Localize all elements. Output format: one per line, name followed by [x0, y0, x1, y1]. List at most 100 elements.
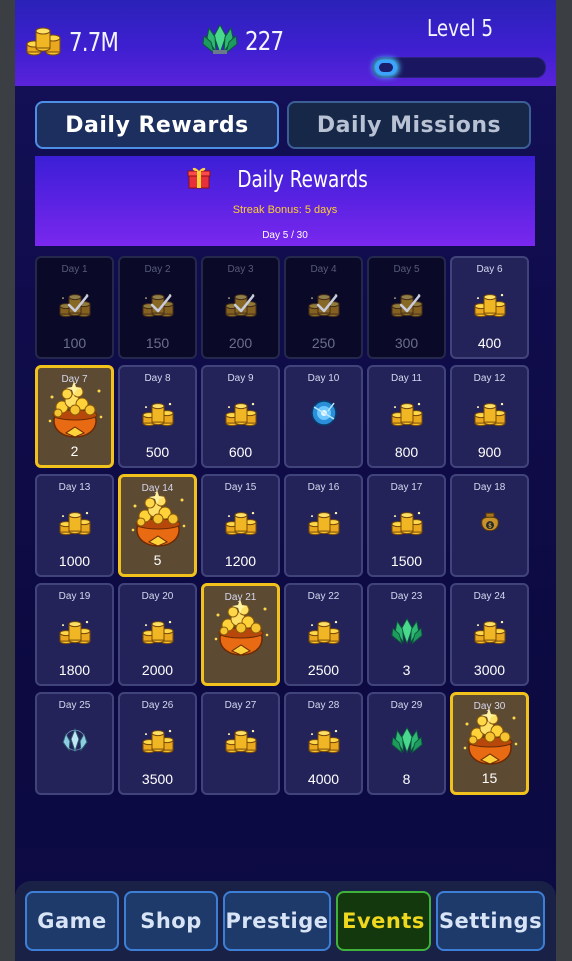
reward-cell-day-12[interactable]: Day 12 900	[450, 365, 529, 468]
reward-cell-day-21[interactable]: Day 21	[201, 583, 280, 686]
reward-cell-day-14[interactable]: Day 14 5	[118, 474, 197, 577]
reward-cell-day-15[interactable]: Day 15 1200	[201, 474, 280, 577]
reward-cell-day-20[interactable]: Day 20 2000	[118, 583, 197, 686]
reward-day-label: Day 11	[391, 373, 422, 384]
reward-cell-day-7[interactable]: Day 72	[35, 365, 114, 468]
reward-amount: 3500	[141, 771, 174, 787]
reward-cell-day-13[interactable]: Day 13 1000	[35, 474, 114, 577]
reward-day-label: Day 1	[61, 264, 88, 275]
treasure-bag-icon	[210, 594, 272, 671]
nav-game[interactable]: Game	[25, 891, 119, 951]
reward-amount: 1200	[224, 553, 257, 569]
reward-cell-day-25[interactable]: Day 25	[35, 692, 114, 795]
reward-cell-day-10[interactable]: Day 10	[284, 365, 363, 468]
reward-cell-day-17[interactable]: Day 17 1500	[367, 474, 446, 577]
reward-cell-day-26[interactable]: Day 26 3500	[118, 692, 197, 795]
coin-pile-icon	[390, 507, 424, 542]
reward-cell-day-19[interactable]: Day 19 1800	[35, 583, 114, 686]
reward-cell-day-5[interactable]: Day 5 300	[367, 256, 446, 359]
reward-day-label: Day 29	[390, 700, 423, 711]
reward-cell-day-8[interactable]: Day 8 500	[118, 365, 197, 468]
reward-day-label: Day 6	[476, 264, 503, 275]
reward-day-label: Day 27	[224, 700, 257, 711]
reward-day-label: Day 16	[307, 482, 340, 493]
coin-pile-icon	[473, 616, 507, 651]
reward-amount: 150	[145, 335, 170, 351]
coin-pile-icon	[390, 398, 424, 433]
reward-amount: 2000	[141, 662, 174, 678]
level-progress-bar	[372, 57, 546, 78]
tab-daily-missions[interactable]: Daily Missions	[287, 101, 531, 149]
reward-day-label: Day 18	[473, 482, 506, 493]
reward-cell-day-22[interactable]: Day 22 2500	[284, 583, 363, 686]
reward-amount: 400	[477, 335, 502, 351]
reward-cell-day-28[interactable]: Day 28 4000	[284, 692, 363, 795]
level-label: Level 5	[426, 16, 494, 42]
reward-day-label: Day 5	[393, 264, 420, 275]
reward-cell-day-27[interactable]: Day 27	[201, 692, 280, 795]
coin-pile-icon	[141, 398, 175, 433]
reward-amount: 800	[394, 444, 419, 460]
reward-grid: Day 1 100 Day 2 150 Day 3 200 Day 4 250 Day 5 300…	[35, 256, 535, 796]
treasure-bag-icon	[127, 485, 189, 562]
top-bar: 7.7M 227 Level 5	[15, 0, 556, 86]
reward-amount: 250	[311, 335, 336, 351]
checkmark-icon	[399, 294, 421, 319]
coin-pile-icon	[58, 616, 92, 651]
treasure-bag-icon	[44, 376, 106, 453]
tab-daily-rewards[interactable]: Daily Rewards	[35, 101, 279, 149]
reward-day-label: Day 25	[58, 700, 91, 711]
reward-day-label: Day 9	[227, 373, 254, 384]
reward-amount: 500	[145, 444, 170, 460]
coin-pile-icon	[224, 507, 258, 542]
reward-cell-day-6[interactable]: Day 6 400	[450, 256, 529, 359]
level-progress-fill	[375, 60, 397, 75]
coin-pile-icon	[307, 507, 341, 542]
coin-count: 7.7M	[69, 27, 119, 58]
reward-cell-day-18[interactable]: Day 18 $	[450, 474, 529, 577]
streak-bonus-text: Streak Bonus: 5 days	[232, 204, 338, 216]
reward-day-label: Day 13	[58, 482, 91, 493]
reward-cell-day-9[interactable]: Day 9 600	[201, 365, 280, 468]
gift-icon	[186, 164, 212, 196]
reward-amount: 1500	[390, 553, 423, 569]
coin-sack-icon: $	[477, 508, 503, 541]
bottom-nav: Game Shop Prestige Events Settings	[15, 881, 556, 961]
reward-amount: 5	[153, 552, 162, 568]
green-gem-icon	[201, 22, 239, 61]
reward-cell-day-3[interactable]: Day 3 200	[201, 256, 280, 359]
reward-cell-day-24[interactable]: Day 24 3000	[450, 583, 529, 686]
nav-events[interactable]: Events	[336, 891, 431, 951]
reward-amount: 100	[62, 335, 87, 351]
game-app: 7.7M 227 Level 5 Daily Rewards Daily Mis…	[15, 0, 556, 961]
nav-prestige[interactable]: Prestige	[223, 891, 331, 951]
daily-rewards-banner: Daily Rewards Streak Bonus: 5 days Day 5…	[35, 156, 535, 246]
treasure-bag-icon	[459, 703, 521, 780]
reward-day-label: Day 28	[307, 700, 340, 711]
reward-cell-day-16[interactable]: Day 16	[284, 474, 363, 577]
reward-cell-day-30[interactable]: Day 30 15	[450, 692, 529, 795]
reward-cell-day-29[interactable]: Day 29 8	[367, 692, 446, 795]
reward-cell-day-2[interactable]: Day 2 150	[118, 256, 197, 359]
reward-cell-day-1[interactable]: Day 1 100	[35, 256, 114, 359]
gem-counter: 227	[201, 22, 292, 61]
checkmark-icon	[67, 294, 89, 319]
reward-cell-day-23[interactable]: Day 23 3	[367, 583, 446, 686]
banner-title-text: Daily Rewards	[237, 166, 368, 193]
reward-day-label: Day 8	[144, 373, 171, 384]
reward-cell-day-4[interactable]: Day 4 250	[284, 256, 363, 359]
reward-amount: 200	[228, 335, 253, 351]
reward-day-label: Day 26	[141, 700, 174, 711]
nav-shop[interactable]: Shop	[124, 891, 218, 951]
checkmark-icon	[233, 294, 255, 319]
nav-settings[interactable]: Settings	[436, 891, 545, 951]
reward-amount: 15	[481, 770, 498, 786]
reward-amount: 2	[70, 443, 79, 459]
coin-stack-icon	[25, 22, 63, 63]
coin-pile-icon	[473, 289, 507, 324]
reward-amount: 4000	[307, 771, 340, 787]
banner-title: Daily Rewards	[35, 164, 535, 196]
reward-cell-day-11[interactable]: Day 11 800	[367, 365, 446, 468]
coin-pile-icon	[307, 725, 341, 760]
green-gem-icon	[390, 725, 424, 760]
